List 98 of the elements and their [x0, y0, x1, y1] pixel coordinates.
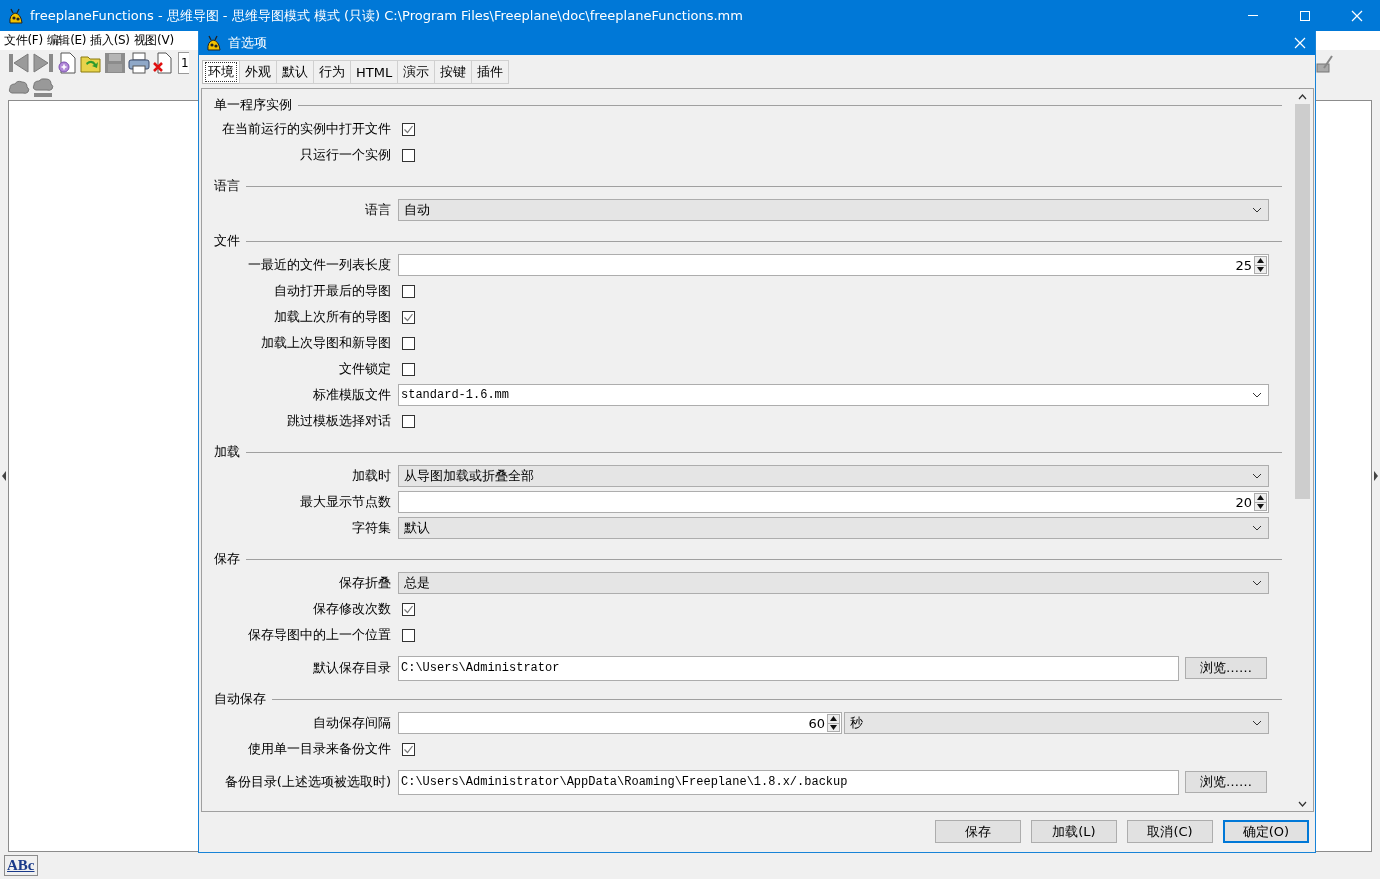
spinner-arrows-icon[interactable] [1254, 493, 1267, 511]
field-label: 一最近的文件一列表长度 [247, 256, 391, 274]
section-heading: 加载 [214, 443, 240, 461]
field-label: 备份目录(上述选项被选取时) [223, 773, 391, 791]
chevron-down-icon [1252, 207, 1262, 213]
dropdown[interactable]: 默认 [398, 517, 1269, 539]
dialog-button[interactable]: 保存 [935, 820, 1021, 843]
checkbox[interactable] [402, 742, 415, 756]
collapse-arrow-icon[interactable] [1374, 471, 1378, 481]
minimize-icon [1248, 15, 1258, 16]
checkbox[interactable] [402, 122, 415, 136]
chevron-down-icon [1252, 525, 1262, 531]
field-label: 加载上次所有的导图 [273, 308, 391, 326]
dialog-button[interactable]: 确定(O) [1223, 820, 1309, 843]
field-label: 最大显示节点数 [299, 493, 391, 511]
menu-item[interactable]: 插入(S) [88, 32, 132, 49]
chevron-down-icon [1252, 473, 1262, 479]
field-label: 保存修改次数 [312, 600, 391, 618]
printer-icon[interactable] [128, 51, 150, 74]
close-document-icon[interactable] [152, 51, 174, 74]
spinner-arrows-icon[interactable] [827, 714, 840, 732]
field-label: 语言 [364, 201, 391, 219]
checkbox[interactable] [402, 336, 415, 350]
new-document-icon[interactable] [56, 51, 78, 74]
spinner-arrows-icon[interactable] [1254, 256, 1267, 274]
maximize-icon [1299, 9, 1311, 22]
section-heading: 语言 [214, 177, 240, 195]
cloud-icon[interactable] [8, 78, 30, 97]
first-icon[interactable] [8, 51, 30, 74]
scrollbar-thumb[interactable] [1294, 104, 1310, 499]
path-field[interactable]: C:\Users\Administrator [398, 655, 1179, 681]
dropdown[interactable]: 从导图加载或折叠全部 [398, 465, 1269, 487]
scroll-up-icon[interactable] [1297, 93, 1307, 100]
last-icon[interactable] [32, 51, 54, 74]
field-label: 字符集 [351, 519, 391, 537]
dropdown[interactable]: 秒 [844, 712, 1269, 734]
toolbar-field[interactable]: 1 [178, 51, 189, 74]
chevron-down-icon [1252, 580, 1262, 586]
cloud-icon[interactable] [32, 77, 54, 98]
tab[interactable]: 外观 [239, 60, 276, 84]
field-label: 跳过模板选择对话 [286, 412, 391, 430]
edit-icon[interactable] [1316, 54, 1336, 74]
checkbox[interactable] [402, 284, 415, 298]
number-field[interactable]: 60 [398, 712, 842, 734]
dialog-button[interactable]: 加载(L) [1031, 820, 1117, 843]
close-icon [1351, 9, 1363, 22]
section-heading: 单一程序实例 [214, 96, 292, 114]
field-label: 默认保存目录 [312, 659, 391, 677]
tab[interactable]: HTML [350, 60, 398, 84]
tab[interactable]: 按键 [434, 60, 472, 84]
dropdown[interactable]: 总是 [398, 572, 1269, 594]
tab[interactable]: 行为 [313, 60, 350, 84]
field-label: 加载时 [351, 467, 391, 485]
path-field[interactable]: C:\Users\Administrator\AppData\Roaming\Freeplane\1.8.x/.backup [398, 769, 1179, 795]
number-field[interactable]: 20 [398, 491, 1269, 513]
checkbox[interactable] [402, 414, 415, 428]
dialog-button[interactable]: 取消(C) [1127, 820, 1213, 843]
checkbox[interactable] [402, 148, 415, 162]
tab[interactable]: 默认 [276, 60, 313, 84]
field-label: 文件锁定 [338, 360, 391, 378]
menu-item[interactable]: 编辑(E) [44, 32, 89, 49]
browse-button[interactable]: 浏览…… [1185, 657, 1267, 679]
app-logo-icon [8, 7, 24, 24]
menu-item[interactable]: 视图(V) [131, 32, 176, 49]
app-logo-icon [206, 35, 222, 51]
collapse-arrow-icon[interactable] [2, 471, 6, 481]
tab[interactable]: 环境 [202, 60, 239, 84]
field-label: 只运行一个实例 [299, 146, 391, 164]
section-heading: 文件 [214, 232, 240, 250]
menu-item[interactable]: 文件(F) [2, 32, 45, 49]
close-icon [1294, 37, 1306, 49]
section-heading: 保存 [214, 550, 240, 568]
section-heading: 自动保存 [214, 690, 266, 708]
tab[interactable]: 插件 [471, 60, 510, 84]
chevron-down-icon [1252, 392, 1262, 398]
dropdown[interactable]: standard-1.6.mm [398, 384, 1269, 406]
field-label: 在当前运行的实例中打开文件 [221, 120, 391, 138]
field-label: 自动打开最后的导图 [273, 282, 391, 300]
checkbox[interactable] [402, 310, 415, 324]
save-icon[interactable] [104, 51, 126, 74]
chevron-down-icon [1252, 720, 1262, 726]
number-field[interactable]: 25 [398, 254, 1269, 276]
scroll-down-icon[interactable] [1297, 800, 1307, 807]
checkbox[interactable] [402, 602, 415, 616]
tab[interactable]: 演示 [397, 60, 435, 84]
dialog-title: 首选项 [228, 34, 268, 52]
field-label: 使用单一目录来备份文件 [247, 740, 391, 758]
field-label: 标准模版文件 [312, 386, 391, 404]
field-label: 加载上次导图和新导图 [260, 334, 391, 352]
window-title: freeplaneFunctions - 思维导图 - 思维导图模式 模式 (只读) C:\Program Files\Freeplane\doc\freeplaneFunctions.mm [30, 6, 744, 25]
dropdown[interactable]: 自动 [398, 199, 1269, 221]
browse-button[interactable]: 浏览…… [1185, 771, 1267, 793]
field-label: 保存导图中的上一个位置 [247, 626, 391, 644]
field-label: 自动保存间隔 [312, 714, 391, 732]
checkbox[interactable] [402, 628, 415, 642]
field-label: 保存折叠 [338, 574, 391, 592]
checkbox[interactable] [402, 362, 415, 376]
spellcheck-button[interactable]: ABc [4, 855, 38, 876]
